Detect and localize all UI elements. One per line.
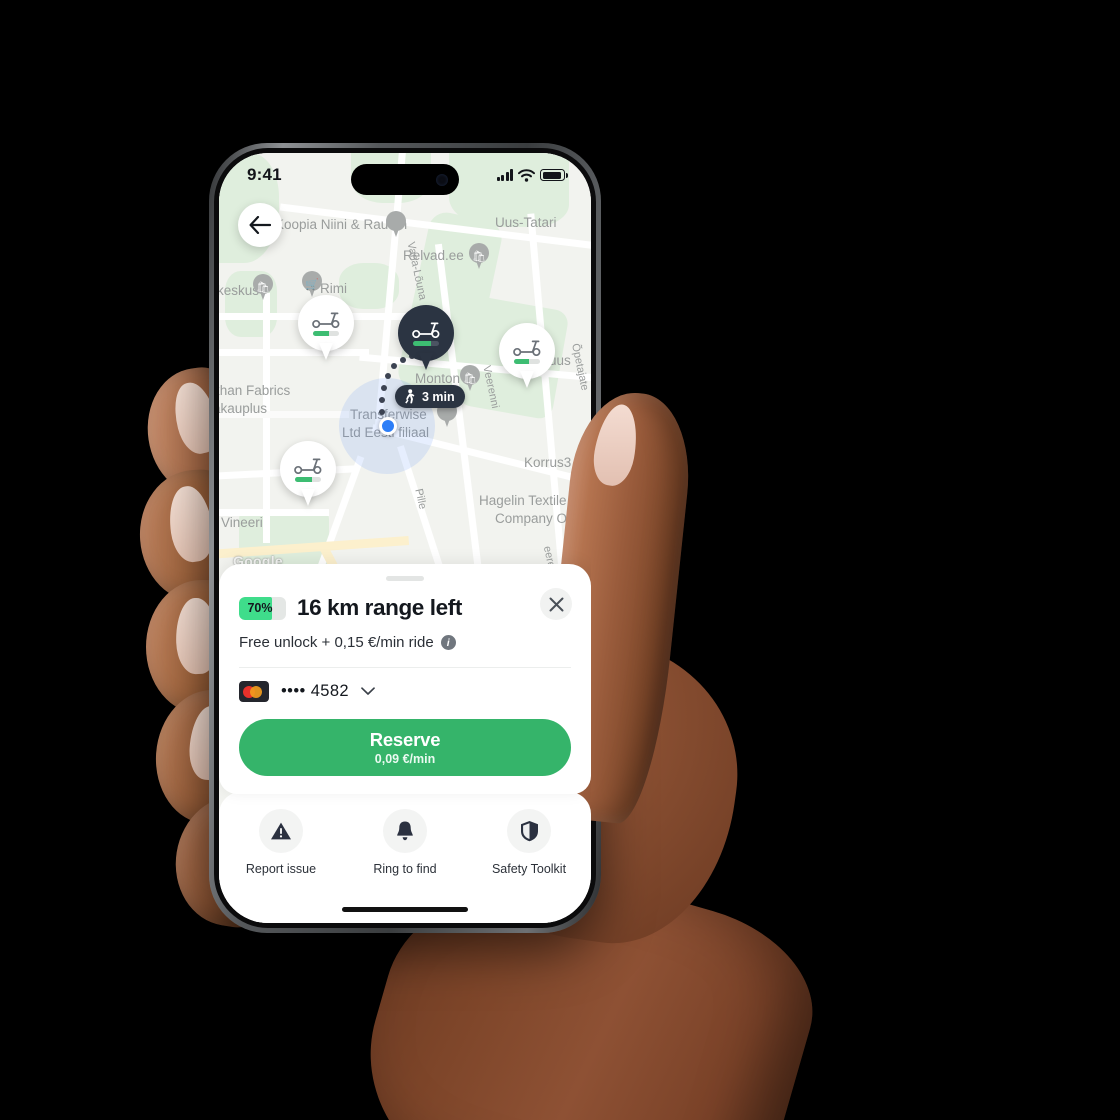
screenshot-root: Koopia Niini & Rauam Uus-Tatari Relvad.ee k…	[0, 0, 1120, 1120]
action-label: Ring to find	[373, 862, 437, 876]
scooter-pin[interactable]	[499, 323, 555, 389]
walking-person-icon	[405, 389, 415, 404]
action-label: Safety Toolkit	[491, 862, 567, 876]
map-poi-pin[interactable]: 🛍	[253, 274, 273, 301]
walk-time-badge: 3 min	[395, 385, 465, 408]
map-label: Õpetajate	[569, 342, 591, 392]
action-ring-to-find[interactable]: Ring to find	[353, 809, 457, 876]
scooter-battery-bar	[313, 330, 339, 336]
action-label: Report issue	[245, 862, 317, 876]
front-camera	[436, 173, 448, 186]
scooter-icon	[312, 312, 340, 328]
map-label: akauplus	[219, 401, 268, 416]
scooter-icon	[513, 340, 541, 356]
map-label: Uus-Tatari	[495, 215, 557, 230]
card-number-label: •••• 4582	[281, 682, 349, 700]
map-poi-pin[interactable]: 🛍	[460, 365, 480, 392]
sheet-grabber[interactable]	[386, 576, 424, 581]
map-label: Vineeri	[221, 515, 263, 530]
scooter-battery-bar	[514, 358, 540, 364]
cellular-bars-icon	[496, 169, 513, 181]
scooter-battery-bar	[295, 476, 321, 482]
mastercard-icon	[239, 681, 269, 702]
route-dot	[379, 397, 385, 403]
reserve-label: Reserve	[369, 729, 441, 750]
reserve-rate: 0,09 €/min	[374, 752, 436, 766]
route-dot	[379, 409, 385, 415]
map-label: khan Fabrics	[219, 383, 291, 398]
map-poi-pin[interactable]: 🛒	[302, 271, 322, 298]
battery-icon	[540, 169, 568, 181]
scooter-pin-selected[interactable]	[398, 305, 454, 371]
map-poi-pin[interactable]: 🛍	[469, 243, 489, 270]
map-road	[263, 293, 270, 543]
walk-time-label: 3 min	[422, 389, 455, 404]
dynamic-island	[351, 164, 459, 195]
map-label: Rimi	[320, 281, 347, 296]
payment-method-row[interactable]: •••• 4582	[239, 681, 571, 702]
close-x-icon	[549, 597, 563, 611]
sheet-divider	[239, 667, 571, 668]
status-time: 9:41	[247, 165, 282, 184]
action-report-issue[interactable]: Report issue	[229, 809, 333, 876]
map-label: Monton	[415, 371, 461, 386]
wifi-icon	[518, 168, 535, 182]
action-safety-toolkit[interactable]: Safety Toolkit	[477, 809, 581, 876]
status-indicators	[496, 168, 568, 182]
map-poi-pin[interactable]	[386, 211, 406, 238]
reserve-button[interactable]: Reserve 0,09 €/min	[239, 719, 571, 776]
route-dot	[385, 373, 391, 379]
range-title: 16 km range left	[297, 595, 462, 620]
route-dot	[381, 385, 387, 391]
sheet-header: 70% 16 km range left	[239, 595, 571, 621]
scooter-battery-bar	[413, 340, 439, 346]
scooter-icon	[294, 458, 322, 474]
shop-bag-icon: 🛍	[472, 251, 486, 263]
quick-actions-bar: Report issue Ring to find Safety Toolkit	[219, 792, 591, 923]
scooter-icon	[412, 322, 440, 338]
map-label: Korrus3	[524, 455, 572, 470]
phone-bezel: Koopia Niini & Rauam Uus-Tatari Relvad.ee k…	[214, 148, 596, 928]
home-indicator[interactable]	[342, 907, 468, 912]
map-label: Company O	[495, 511, 568, 526]
shop-bag-icon: 🛍	[256, 282, 270, 294]
info-icon[interactable]: i	[440, 635, 456, 650]
scooter-pin[interactable]	[280, 441, 336, 507]
map-label: Hagelin Textile	[479, 493, 567, 508]
shopping-cart-icon: 🛒	[305, 279, 319, 291]
shop-bag-icon: 🛍	[463, 373, 477, 385]
chevron-down-icon[interactable]	[361, 687, 375, 696]
map-label: Pille	[412, 487, 429, 511]
user-location-dot	[379, 417, 397, 435]
vehicle-detail-sheet: 70% 16 km range left Free unlock + 0,15 …	[219, 564, 591, 794]
battery-percent-badge: 70%	[239, 596, 286, 620]
close-sheet-button[interactable]	[540, 588, 572, 620]
back-button[interactable]	[238, 203, 282, 247]
back-arrow-icon	[249, 216, 271, 234]
route-dot	[391, 363, 397, 369]
phone-screen: Koopia Niini & Rauam Uus-Tatari Relvad.ee k…	[219, 153, 591, 923]
bell-icon	[383, 809, 427, 853]
price-note: Free unlock + 0,15 €/min ride	[239, 634, 434, 651]
smartphone-device: Koopia Niini & Rauam Uus-Tatari Relvad.ee k…	[209, 143, 601, 933]
warning-triangle-icon	[259, 809, 303, 853]
price-note-row: Free unlock + 0,15 €/min ride i	[239, 634, 571, 651]
scooter-pin[interactable]	[298, 295, 354, 361]
battery-percent-label: 70%	[247, 601, 273, 615]
shield-icon	[507, 809, 551, 853]
